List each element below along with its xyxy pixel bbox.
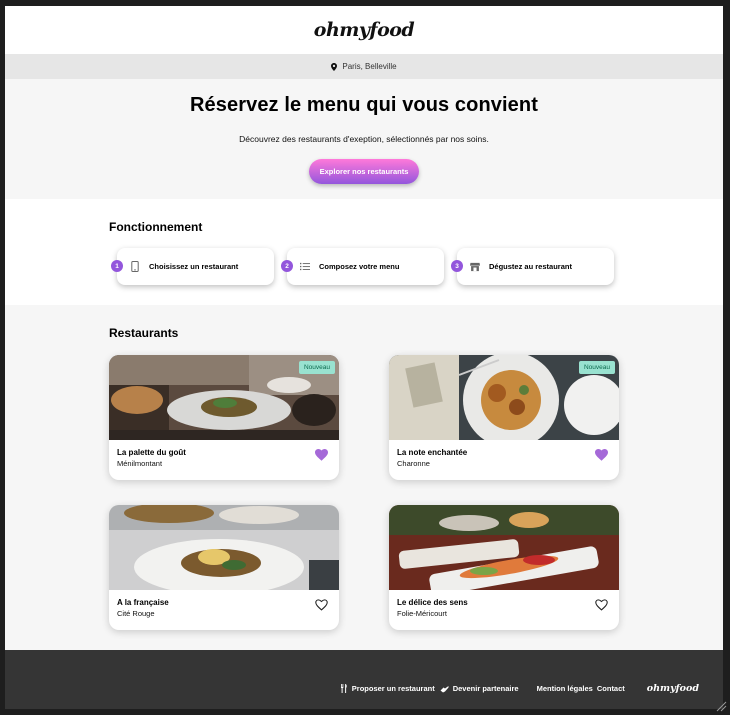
- legal-link[interactable]: Mention légales: [537, 684, 593, 693]
- restaurant-photo: Nouveau: [389, 355, 619, 440]
- step-item[interactable]: 2 Composez votre menu: [281, 248, 444, 285]
- site-header: ohmyfood: [5, 6, 723, 54]
- restaurant-area: Folie-Méricourt: [397, 609, 448, 618]
- step-label: Dégustez au restaurant: [489, 262, 572, 271]
- site-footer: Proposer un restaurant Devenir partenair…: [5, 650, 723, 709]
- step-number: 2: [281, 260, 293, 272]
- explore-restaurants-button[interactable]: Explorer nos restaurants: [308, 159, 420, 184]
- store-icon: [470, 262, 480, 272]
- restaurant-card[interactable]: Le délice des sens Folie-Méricourt: [389, 505, 619, 630]
- step-label: Choisissez un restaurant: [149, 262, 239, 271]
- restaurant-area: Ménilmontant: [117, 459, 163, 468]
- restaurant-name: La note enchantée: [397, 448, 468, 457]
- fork-knife-icon: [340, 684, 347, 693]
- step-label: Composez votre menu: [319, 262, 400, 271]
- restaurants-title: Restaurants: [109, 326, 179, 340]
- hero-title: Réservez le menu qui vous convient: [190, 94, 538, 116]
- hero-section: Réservez le menu qui vous convient Décou…: [5, 79, 723, 199]
- footer-links: Proposer un restaurant Devenir partenair…: [340, 683, 699, 694]
- become-partner-label: Devenir partenaire: [452, 684, 519, 693]
- phone-icon: [130, 261, 140, 272]
- propose-restaurant-label: Proposer un restaurant: [351, 684, 435, 693]
- restaurant-name: La palette du goût: [117, 448, 186, 457]
- heart-filled-icon[interactable]: [315, 449, 328, 461]
- hero-subtitle: Découvrez des restaurants d'exeption, sé…: [239, 134, 489, 144]
- restaurant-photo: Nouveau: [109, 355, 339, 440]
- location-bar: Paris, Belleville: [5, 54, 723, 79]
- restaurant-name: Le délice des sens: [397, 598, 468, 607]
- location-label: Paris, Belleville: [342, 62, 397, 71]
- contact-link[interactable]: Contact: [597, 684, 625, 693]
- footer-logo: ohmyfood: [646, 683, 699, 694]
- restaurant-photo: [389, 505, 619, 590]
- heart-outline-icon[interactable]: [595, 599, 608, 611]
- map-pin-icon: [331, 62, 338, 71]
- step-item[interactable]: 3 Dégustez au restaurant: [451, 248, 614, 285]
- restaurant-area: Charonne: [397, 459, 430, 468]
- step-item[interactable]: 1 Choisissez un restaurant: [111, 248, 274, 285]
- restaurant-area: Cité Rouge: [117, 609, 155, 618]
- restaurant-card[interactable]: Nouveau La note enchantée Charonne: [389, 355, 619, 480]
- site-logo[interactable]: ohmyfood: [314, 19, 415, 41]
- restaurant-name: A la française: [117, 598, 169, 607]
- become-partner-link[interactable]: Devenir partenaire: [440, 684, 519, 693]
- how-it-works-title: Fonctionnement: [109, 220, 203, 234]
- propose-restaurant-link[interactable]: Proposer un restaurant: [340, 684, 435, 693]
- step-number: 1: [111, 260, 123, 272]
- restaurant-photo: [109, 505, 339, 590]
- heart-outline-icon[interactable]: [315, 599, 328, 611]
- restaurant-card[interactable]: A la française Cité Rouge: [109, 505, 339, 630]
- heart-filled-icon[interactable]: [595, 449, 608, 461]
- how-it-works-section: Fonctionnement 1 Choisissez un restauran…: [5, 199, 723, 305]
- handshake-icon: [440, 685, 449, 692]
- steps-list: 1 Choisissez un restaurant 2 Composez vo…: [109, 248, 619, 288]
- resize-grip-icon[interactable]: [715, 700, 727, 712]
- new-badge: Nouveau: [578, 361, 615, 374]
- restaurant-card[interactable]: Nouveau La palette du goût Ménilmontant: [109, 355, 339, 480]
- new-badge: Nouveau: [298, 361, 335, 374]
- restaurants-section: Restaurants Nouveau La palette du goût M…: [5, 305, 723, 650]
- step-number: 3: [451, 260, 463, 272]
- page-frame: ohmyfood Paris, Belleville Réservez le m…: [5, 6, 723, 709]
- list-icon: [300, 262, 310, 272]
